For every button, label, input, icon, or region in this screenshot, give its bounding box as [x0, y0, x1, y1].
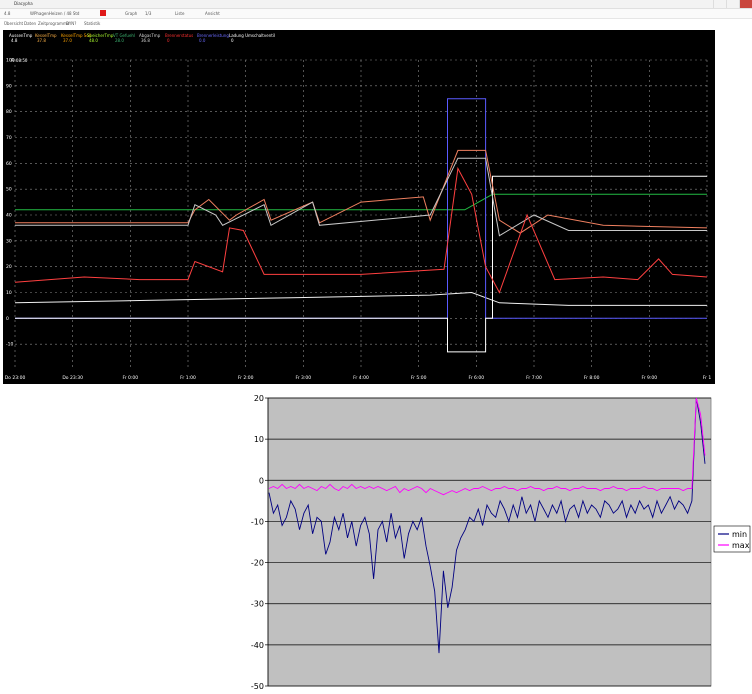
- toolbar: 4.8 WPhagenHeizen / 48 Std Graph 1/3 Lis…: [0, 9, 752, 19]
- trend-x-tick-label: Fr 7:00: [526, 375, 542, 381]
- excel-plot-area: [267, 397, 712, 687]
- excel-y-tick-label: 0: [259, 476, 264, 485]
- excel-y-tick-label: -10: [251, 517, 264, 526]
- excel-y-tick-label: 10: [254, 435, 264, 444]
- excel-y-tick-label: -30: [251, 600, 264, 609]
- trend-y-tick-label: 10: [6, 290, 12, 296]
- toolbar-item-graph[interactable]: Graph: [125, 9, 137, 18]
- minimize-button[interactable]: [713, 0, 726, 8]
- excel-chart[interactable]: 20 10 0 -10 -20 -30 -40 -50 min max: [250, 394, 752, 692]
- window-titlebar: Diacypha: [0, 0, 752, 9]
- trend-legend-value: 28.0: [115, 38, 124, 43]
- record-icon[interactable]: [100, 10, 106, 16]
- legend-label-min: min: [732, 530, 747, 539]
- trend-x-tick-label: Fr 1: [703, 375, 712, 381]
- excel-y-tick-label: -20: [251, 559, 264, 568]
- trend-x-tick-label: Fr 6:00: [469, 375, 485, 381]
- excel-y-tick-label: 20: [254, 394, 264, 403]
- trend-legend-value: 4.8: [11, 38, 18, 43]
- trend-y-tick-label: 90: [6, 83, 12, 89]
- menu-bar: Übersicht Daten Zeitprogramme DYN? Stati…: [0, 19, 752, 28]
- toolbar-item-page[interactable]: 1/3: [145, 9, 151, 18]
- trend-legend-name: Ladung Umschaltventil: [229, 33, 275, 38]
- menu-item-schedules[interactable]: Zeitprogramme: [38, 19, 69, 28]
- trend-timestamp: Fr 08:50: [11, 58, 28, 63]
- trend-y-tick-label: 20: [6, 264, 12, 270]
- legend-label-max: max: [732, 541, 750, 550]
- trend-y-tick-label: 40: [6, 213, 12, 219]
- trend-chart[interactable]: 1009080706050403020100-10 Do 23:00 Do 23:…: [3, 30, 715, 384]
- trend-legend-value: 37.0: [63, 38, 72, 43]
- trend-y-tick-label: -10: [6, 342, 13, 348]
- trend-y-tick-label: 0: [6, 316, 9, 322]
- window-controls: [713, 0, 752, 8]
- trend-legend-value: 36.8: [141, 38, 150, 43]
- trend-y-tick-label: 50: [6, 187, 12, 193]
- toolbar-item-list[interactable]: Liste: [175, 9, 184, 18]
- trend-legend-value: 37.8: [37, 38, 46, 43]
- trend-x-tick-label: Fr 5:00: [411, 375, 427, 381]
- toolbar-item-version[interactable]: 4.8: [4, 9, 10, 18]
- trend-x-tick-label: Fr 2:00: [238, 375, 254, 381]
- menu-item-statistics[interactable]: Statistik: [84, 19, 100, 28]
- window-title: Diacypha: [14, 1, 33, 6]
- trend-x-tick-label: Fr 8:00: [584, 375, 600, 381]
- trend-x-tick-label: Fr 4:00: [353, 375, 369, 381]
- trend-legend-value: 48.0: [89, 38, 98, 43]
- toolbar-item-view[interactable]: Ansicht: [205, 9, 220, 18]
- maximize-button[interactable]: [726, 0, 739, 8]
- trend-y-tick-label: 60: [6, 161, 12, 167]
- trend-x-tick-label: Fr 1:00: [180, 375, 196, 381]
- excel-legend: min max: [713, 525, 751, 553]
- menu-item-overview[interactable]: Übersicht: [4, 19, 23, 28]
- excel-y-tick-label: -40: [251, 641, 264, 650]
- trend-chart-background: [3, 30, 715, 384]
- trend-y-tick-label: 70: [6, 135, 12, 141]
- toolbar-item-profile[interactable]: WPhagenHeizen / 48 Std: [30, 9, 79, 18]
- trend-x-tick-label: Fr 9:00: [642, 375, 658, 381]
- trend-y-tick-label: 30: [6, 238, 12, 244]
- trend-x-tick-label: Do 23:30: [62, 375, 83, 381]
- trend-y-tick-label: 80: [6, 109, 12, 115]
- excel-y-tick-label: -50: [251, 682, 264, 691]
- trend-legend-value: 0.0: [199, 38, 206, 43]
- close-button[interactable]: [739, 0, 752, 8]
- trend-x-tick-label: Do 23:00: [5, 375, 26, 381]
- menu-item-dyn[interactable]: DYN?: [66, 19, 76, 28]
- trend-x-tick-label: Fr 0:00: [123, 375, 139, 381]
- trend-x-tick-label: Fr 3:00: [296, 375, 312, 381]
- menu-item-data[interactable]: Daten: [24, 19, 36, 28]
